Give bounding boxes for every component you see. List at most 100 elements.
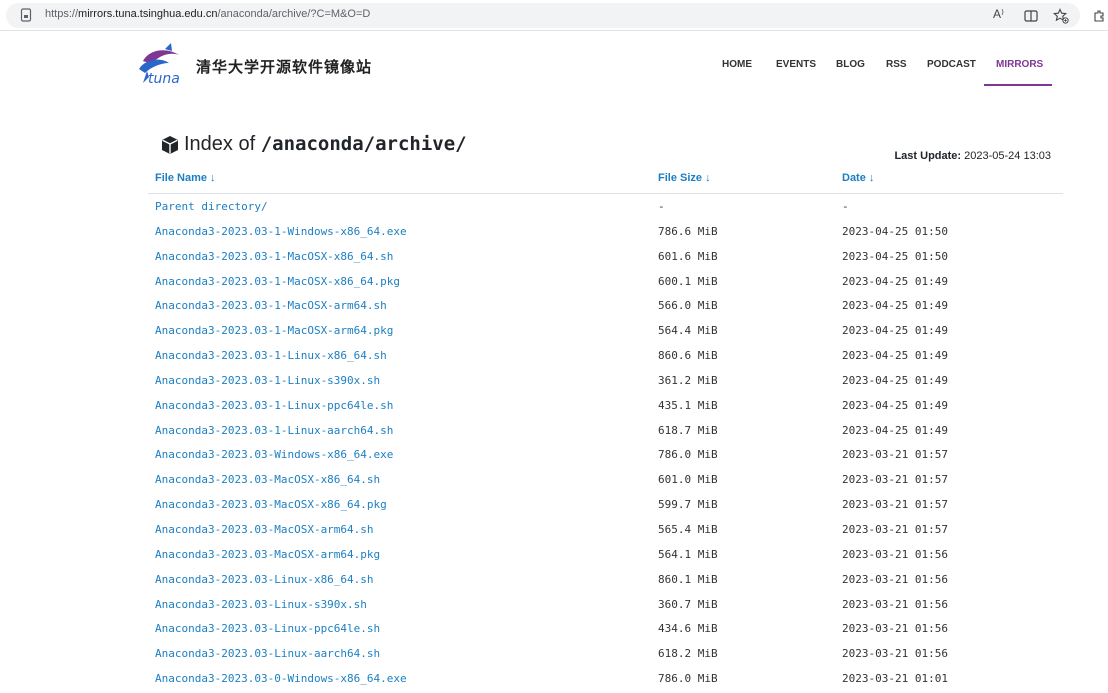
file-size: 618.7 MiB	[658, 423, 718, 437]
table-row: Anaconda3-2023.03-1-Linux-s390x.sh 361.2 …	[0, 369, 1108, 394]
file-date: 2023-03-21 01:56	[842, 597, 948, 611]
table-row: Anaconda3-2023.03-1-MacOSX-arm64.sh 566.0…	[0, 294, 1108, 319]
table-row: Anaconda3-2023.03-1-Linux-x86_64.sh 860.6…	[0, 344, 1108, 369]
page-title: Index of /anaconda/archive/	[184, 133, 467, 155]
column-header-date[interactable]: Date ↓	[842, 172, 874, 184]
file-date: 2023-04-25 01:49	[842, 274, 948, 288]
table-row: Anaconda3-2023.03-Windows-x86_64.exe 786.…	[0, 443, 1108, 468]
favorite-star-icon[interactable]	[1053, 8, 1069, 24]
nav-mirrors[interactable]: MIRRORS	[996, 59, 1043, 70]
address-url[interactable]: https://mirrors.tuna.tsinghua.edu.cn/ana…	[45, 8, 370, 20]
file-size: 360.7 MiB	[658, 597, 718, 611]
file-link[interactable]: Anaconda3-2023.03-0-Windows-x86_64.exe	[155, 672, 407, 685]
table-row: Anaconda3-2023.03-Linux-ppc64le.sh 434.6 …	[0, 617, 1108, 642]
file-size: 786.0 MiB	[658, 672, 718, 686]
split-screen-icon[interactable]	[1023, 8, 1039, 24]
file-date: 2023-03-21 01:57	[842, 473, 948, 487]
table-row: Anaconda3-2023.03-MacOSX-arm64.sh 565.4 M…	[0, 518, 1108, 543]
file-size: 566.0 MiB	[658, 299, 718, 313]
file-size: 601.0 MiB	[658, 473, 718, 487]
file-date: 2023-04-25 01:49	[842, 324, 948, 338]
file-date: 2023-04-25 01:49	[842, 398, 948, 412]
file-size: 599.7 MiB	[658, 498, 718, 512]
file-size: 361.2 MiB	[658, 373, 718, 387]
file-size: 565.4 MiB	[658, 522, 718, 536]
file-size: 786.0 MiB	[658, 448, 718, 462]
file-date: 2023-03-21 01:56	[842, 547, 948, 561]
table-row: Anaconda3-2023.03-1-Linux-ppc64le.sh 435.…	[0, 394, 1108, 419]
nav-home[interactable]: HOME	[722, 59, 752, 70]
file-link[interactable]: Anaconda3-2023.03-MacOSX-x86_64.pkg	[155, 498, 387, 511]
file-link[interactable]: Anaconda3-2023.03-1-Linux-ppc64le.sh	[155, 399, 393, 412]
file-size: 860.1 MiB	[658, 572, 718, 586]
file-size: -	[658, 200, 665, 213]
file-link[interactable]: Anaconda3-2023.03-1-MacOSX-arm64.sh	[155, 299, 387, 312]
file-link[interactable]: Anaconda3-2023.03-MacOSX-x86_64.sh	[155, 473, 380, 486]
site-header: tuna 清华大学开源软件镜像站 HOME EVENTS BLOG RSS PO…	[0, 31, 1108, 91]
file-link[interactable]: Anaconda3-2023.03-1-Linux-aarch64.sh	[155, 424, 393, 437]
last-update: Last Update: 2023-05-24 13:03	[894, 150, 1051, 162]
nav-events[interactable]: EVENTS	[776, 59, 816, 70]
logo-text: tuna	[148, 71, 180, 85]
nav-active-indicator	[984, 84, 1052, 86]
file-date: 2023-03-21 01:56	[842, 647, 948, 661]
table-row: Anaconda3-2023.03-Linux-x86_64.sh 860.1 M…	[0, 568, 1108, 593]
file-date: 2023-03-21 01:57	[842, 498, 948, 512]
browser-toolbar: https://mirrors.tuna.tsinghua.edu.cn/ana…	[0, 0, 1108, 31]
file-link[interactable]: Anaconda3-2023.03-1-MacOSX-x86_64.sh	[155, 250, 393, 263]
file-link[interactable]: Anaconda3-2023.03-MacOSX-arm64.sh	[155, 523, 374, 536]
nav-podcast[interactable]: PODCAST	[927, 59, 976, 70]
parent-directory-row: Parent directory/ - -	[0, 195, 1108, 220]
file-size: 434.6 MiB	[658, 622, 718, 636]
file-size: 564.4 MiB	[658, 324, 718, 338]
file-date: 2023-04-25 01:49	[842, 423, 948, 437]
nav-blog[interactable]: BLOG	[836, 59, 865, 70]
nav-rss[interactable]: RSS	[886, 59, 907, 70]
file-link[interactable]: Anaconda3-2023.03-Linux-ppc64le.sh	[155, 622, 380, 635]
file-date: 2023-03-21 01:56	[842, 622, 948, 636]
column-header-file-name[interactable]: File Name ↓	[155, 172, 216, 184]
file-date: 2023-04-25 01:49	[842, 373, 948, 387]
file-link[interactable]: Anaconda3-2023.03-MacOSX-arm64.pkg	[155, 548, 380, 561]
extensions-icon[interactable]	[1092, 8, 1108, 24]
table-row: Anaconda3-2023.03-1-MacOSX-x86_64.pkg 600…	[0, 270, 1108, 295]
file-link[interactable]: Anaconda3-2023.03-1-Linux-s390x.sh	[155, 374, 380, 387]
table-row: Anaconda3-2023.03-1-MacOSX-arm64.pkg 564.…	[0, 319, 1108, 344]
table-row: Anaconda3-2023.03-Linux-aarch64.sh 618.2 …	[0, 642, 1108, 667]
tuna-logo-icon[interactable]: tuna	[135, 43, 191, 85]
site-brand[interactable]: 清华大学开源软件镜像站	[196, 56, 372, 77]
file-date: 2023-03-21 01:56	[842, 572, 948, 586]
column-header-file-size[interactable]: File Size ↓	[658, 172, 711, 184]
file-size: 786.6 MiB	[658, 224, 718, 238]
file-date: 2023-03-21 01:01	[842, 672, 948, 686]
table-row: Anaconda3-2023.03-MacOSX-x86_64.pkg 599.7…	[0, 493, 1108, 518]
file-date: 2023-04-25 01:50	[842, 249, 948, 263]
file-date: 2023-03-21 01:57	[842, 522, 948, 536]
file-size: 564.1 MiB	[658, 547, 718, 561]
file-link[interactable]: Anaconda3-2023.03-Windows-x86_64.exe	[155, 448, 393, 461]
read-aloud-icon[interactable]: A⁾	[993, 7, 1004, 21]
file-size: 860.6 MiB	[658, 349, 718, 363]
file-size: 618.2 MiB	[658, 647, 718, 661]
table-row: Anaconda3-2023.03-MacOSX-x86_64.sh 601.0 …	[0, 468, 1108, 493]
file-link[interactable]: Anaconda3-2023.03-Linux-x86_64.sh	[155, 573, 374, 586]
file-date: 2023-04-25 01:50	[842, 224, 948, 238]
table-row: Anaconda3-2023.03-1-Linux-aarch64.sh 618.…	[0, 419, 1108, 444]
table-row: Anaconda3-2023.03-1-MacOSX-x86_64.sh 601.…	[0, 245, 1108, 270]
table-header-divider	[148, 193, 1063, 194]
file-link[interactable]: Anaconda3-2023.03-Linux-aarch64.sh	[155, 647, 380, 660]
file-link[interactable]: Anaconda3-2023.03-1-MacOSX-arm64.pkg	[155, 324, 393, 337]
table-row: Anaconda3-2023.03-MacOSX-arm64.pkg 564.1 …	[0, 543, 1108, 568]
file-size: 600.1 MiB	[658, 274, 718, 288]
file-link[interactable]: Anaconda3-2023.03-1-Linux-x86_64.sh	[155, 349, 387, 362]
document-icon[interactable]	[20, 8, 32, 23]
file-date: 2023-03-21 01:57	[842, 448, 948, 462]
file-link[interactable]: Anaconda3-2023.03-1-Windows-x86_64.exe	[155, 225, 407, 238]
table-row: Anaconda3-2023.03-0-Windows-x86_64.exe 78…	[0, 667, 1108, 692]
file-link[interactable]: Anaconda3-2023.03-Linux-s390x.sh	[155, 598, 367, 611]
table-row: Anaconda3-2023.03-Linux-s390x.sh 360.7 Mi…	[0, 593, 1108, 618]
parent-directory-link[interactable]: Parent directory/	[155, 200, 268, 213]
file-link[interactable]: Anaconda3-2023.03-1-MacOSX-x86_64.pkg	[155, 275, 400, 288]
package-icon	[162, 136, 178, 154]
file-size: 435.1 MiB	[658, 398, 718, 412]
